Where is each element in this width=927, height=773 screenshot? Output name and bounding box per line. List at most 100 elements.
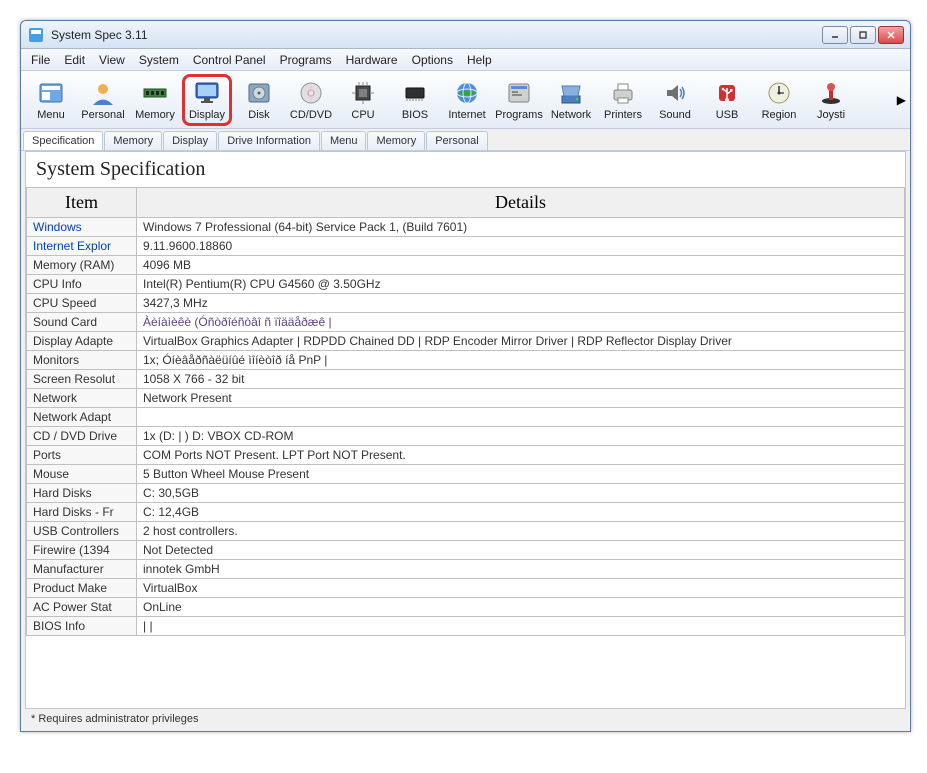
cddvd-icon: [297, 79, 325, 107]
table-row: Hard Disks - FrC: 12,4GB: [27, 503, 905, 522]
menu-hardware[interactable]: Hardware: [340, 51, 404, 69]
titlebar: System Spec 3.11: [21, 21, 910, 49]
app-icon: [27, 26, 45, 44]
personal-icon: [89, 79, 117, 107]
toolbar-label: Internet: [448, 109, 485, 121]
table-row: Monitors1x; Óíèâåðñàëüíûé ìîíèòîð íå PnP…: [27, 351, 905, 370]
tab-personal[interactable]: Personal: [426, 131, 487, 150]
spec-item: Internet Explor: [27, 237, 137, 256]
tab-specification[interactable]: Specification: [23, 131, 103, 150]
spec-detail: 9.11.9600.18860: [137, 237, 905, 256]
spec-item: Hard Disks - Fr: [27, 503, 137, 522]
network-icon: [557, 79, 585, 107]
footer-note: * Requires administrator privileges: [21, 709, 910, 731]
toolbar-cpu-button[interactable]: CPU: [338, 74, 388, 126]
region-icon: [765, 79, 793, 107]
menu-system[interactable]: System: [133, 51, 185, 69]
spec-detail: Network Present: [137, 389, 905, 408]
toolbar-label: Memory: [135, 109, 175, 121]
spec-detail: 1x; Óíèâåðñàëüíûé ìîíèòîð íå PnP |: [137, 351, 905, 370]
menu-options[interactable]: Options: [406, 51, 459, 69]
memory-icon: [141, 79, 169, 107]
minimize-button[interactable]: [822, 26, 848, 44]
application-window: System Spec 3.11 FileEditViewSystemContr…: [20, 20, 911, 732]
spec-item: Sound Card: [27, 313, 137, 332]
menu-file[interactable]: File: [25, 51, 56, 69]
table-row: Manufacturerinnotek GmbH: [27, 560, 905, 579]
table-row: Mouse5 Button Wheel Mouse Present: [27, 465, 905, 484]
spec-item: CD / DVD Drive: [27, 427, 137, 446]
spec-item: Network Adapt: [27, 408, 137, 427]
window-title: System Spec 3.11: [51, 28, 822, 42]
spec-item: Mouse: [27, 465, 137, 484]
tab-menu[interactable]: Menu: [321, 131, 367, 150]
spec-detail: Intel(R) Pentium(R) CPU G4560 @ 3.50GHz: [137, 275, 905, 294]
menu-programs[interactable]: Programs: [274, 51, 338, 69]
menu-edit[interactable]: Edit: [58, 51, 91, 69]
spec-table: Item Details WindowsWindows 7 Profession…: [26, 187, 905, 636]
close-button[interactable]: [878, 26, 904, 44]
toolbar-label: Joysti: [817, 109, 845, 121]
spec-detail: C: 12,4GB: [137, 503, 905, 522]
table-row: CD / DVD Drive1x (D: | ) D: VBOX CD-ROM: [27, 427, 905, 446]
spec-item: Manufacturer: [27, 560, 137, 579]
spec-detail: Windows 7 Professional (64-bit) Service …: [137, 218, 905, 237]
toolbar-programs-button[interactable]: Programs: [494, 74, 544, 126]
tab-display[interactable]: Display: [163, 131, 217, 150]
menubar: FileEditViewSystemControl PanelProgramsH…: [21, 49, 910, 71]
table-row: BIOS Info | |: [27, 617, 905, 636]
toolbar-disk-button[interactable]: Disk: [234, 74, 284, 126]
spec-detail: 1058 X 766 - 32 bit: [137, 370, 905, 389]
toolbar-personal-button[interactable]: Personal: [78, 74, 128, 126]
menu-icon: [37, 79, 65, 107]
programs-icon: [505, 79, 533, 107]
toolbar-label: Printers: [604, 109, 642, 121]
spec-detail: C: 30,5GB: [137, 484, 905, 503]
spec-detail: [137, 408, 905, 427]
menu-view[interactable]: View: [93, 51, 131, 69]
tabs-row: SpecificationMemoryDisplayDrive Informat…: [21, 129, 910, 151]
toolbar-sound-button[interactable]: Sound: [650, 74, 700, 126]
table-row: Product MakeVirtualBox: [27, 579, 905, 598]
toolbar-cddvd-button[interactable]: CD/DVD: [286, 74, 336, 126]
spec-detail: 2 host controllers.: [137, 522, 905, 541]
table-row: Network Adapt: [27, 408, 905, 427]
tab-memory[interactable]: Memory: [367, 131, 425, 150]
toolbar-overflow-arrow[interactable]: ▶: [897, 93, 906, 107]
toolbar-joystick-button[interactable]: Joysti: [806, 74, 856, 126]
toolbar-internet-button[interactable]: Internet: [442, 74, 492, 126]
toolbar-label: BIOS: [402, 109, 428, 121]
joystick-icon: [817, 79, 845, 107]
section-title: System Specification: [26, 152, 905, 187]
toolbar-bios-button[interactable]: BIOS: [390, 74, 440, 126]
toolbar-memory-button[interactable]: Memory: [130, 74, 180, 126]
toolbar-label: Region: [762, 109, 797, 121]
toolbar-menu-button[interactable]: Menu: [26, 74, 76, 126]
toolbar-label: CD/DVD: [290, 109, 332, 121]
spec-detail: VirtualBox Graphics Adapter | RDPDD Chai…: [137, 332, 905, 351]
spec-detail: 4096 MB: [137, 256, 905, 275]
toolbar-label: Disk: [248, 109, 269, 121]
tab-drive-information[interactable]: Drive Information: [218, 131, 320, 150]
spec-item: Memory (RAM): [27, 256, 137, 275]
toolbar-display-button[interactable]: Display: [182, 74, 232, 126]
toolbar-label: Programs: [495, 109, 543, 121]
toolbar-usb-button[interactable]: USB: [702, 74, 752, 126]
table-row: Display AdapteVirtualBox Graphics Adapte…: [27, 332, 905, 351]
toolbar-region-button[interactable]: Region: [754, 74, 804, 126]
spec-detail: | |: [137, 617, 905, 636]
cpu-icon: [349, 79, 377, 107]
spec-detail: 3427,3 MHz: [137, 294, 905, 313]
toolbar-label: Menu: [37, 109, 65, 121]
toolbar-label: Display: [189, 109, 225, 121]
toolbar-network-button[interactable]: Network: [546, 74, 596, 126]
toolbar-printers-button[interactable]: Printers: [598, 74, 648, 126]
maximize-button[interactable]: [850, 26, 876, 44]
spec-item: Product Make: [27, 579, 137, 598]
spec-item: Hard Disks: [27, 484, 137, 503]
menu-help[interactable]: Help: [461, 51, 498, 69]
toolbar-label: Network: [551, 109, 591, 121]
tab-memory[interactable]: Memory: [104, 131, 162, 150]
spec-detail: COM Ports NOT Present. LPT Port NOT Pres…: [137, 446, 905, 465]
menu-control-panel[interactable]: Control Panel: [187, 51, 272, 69]
